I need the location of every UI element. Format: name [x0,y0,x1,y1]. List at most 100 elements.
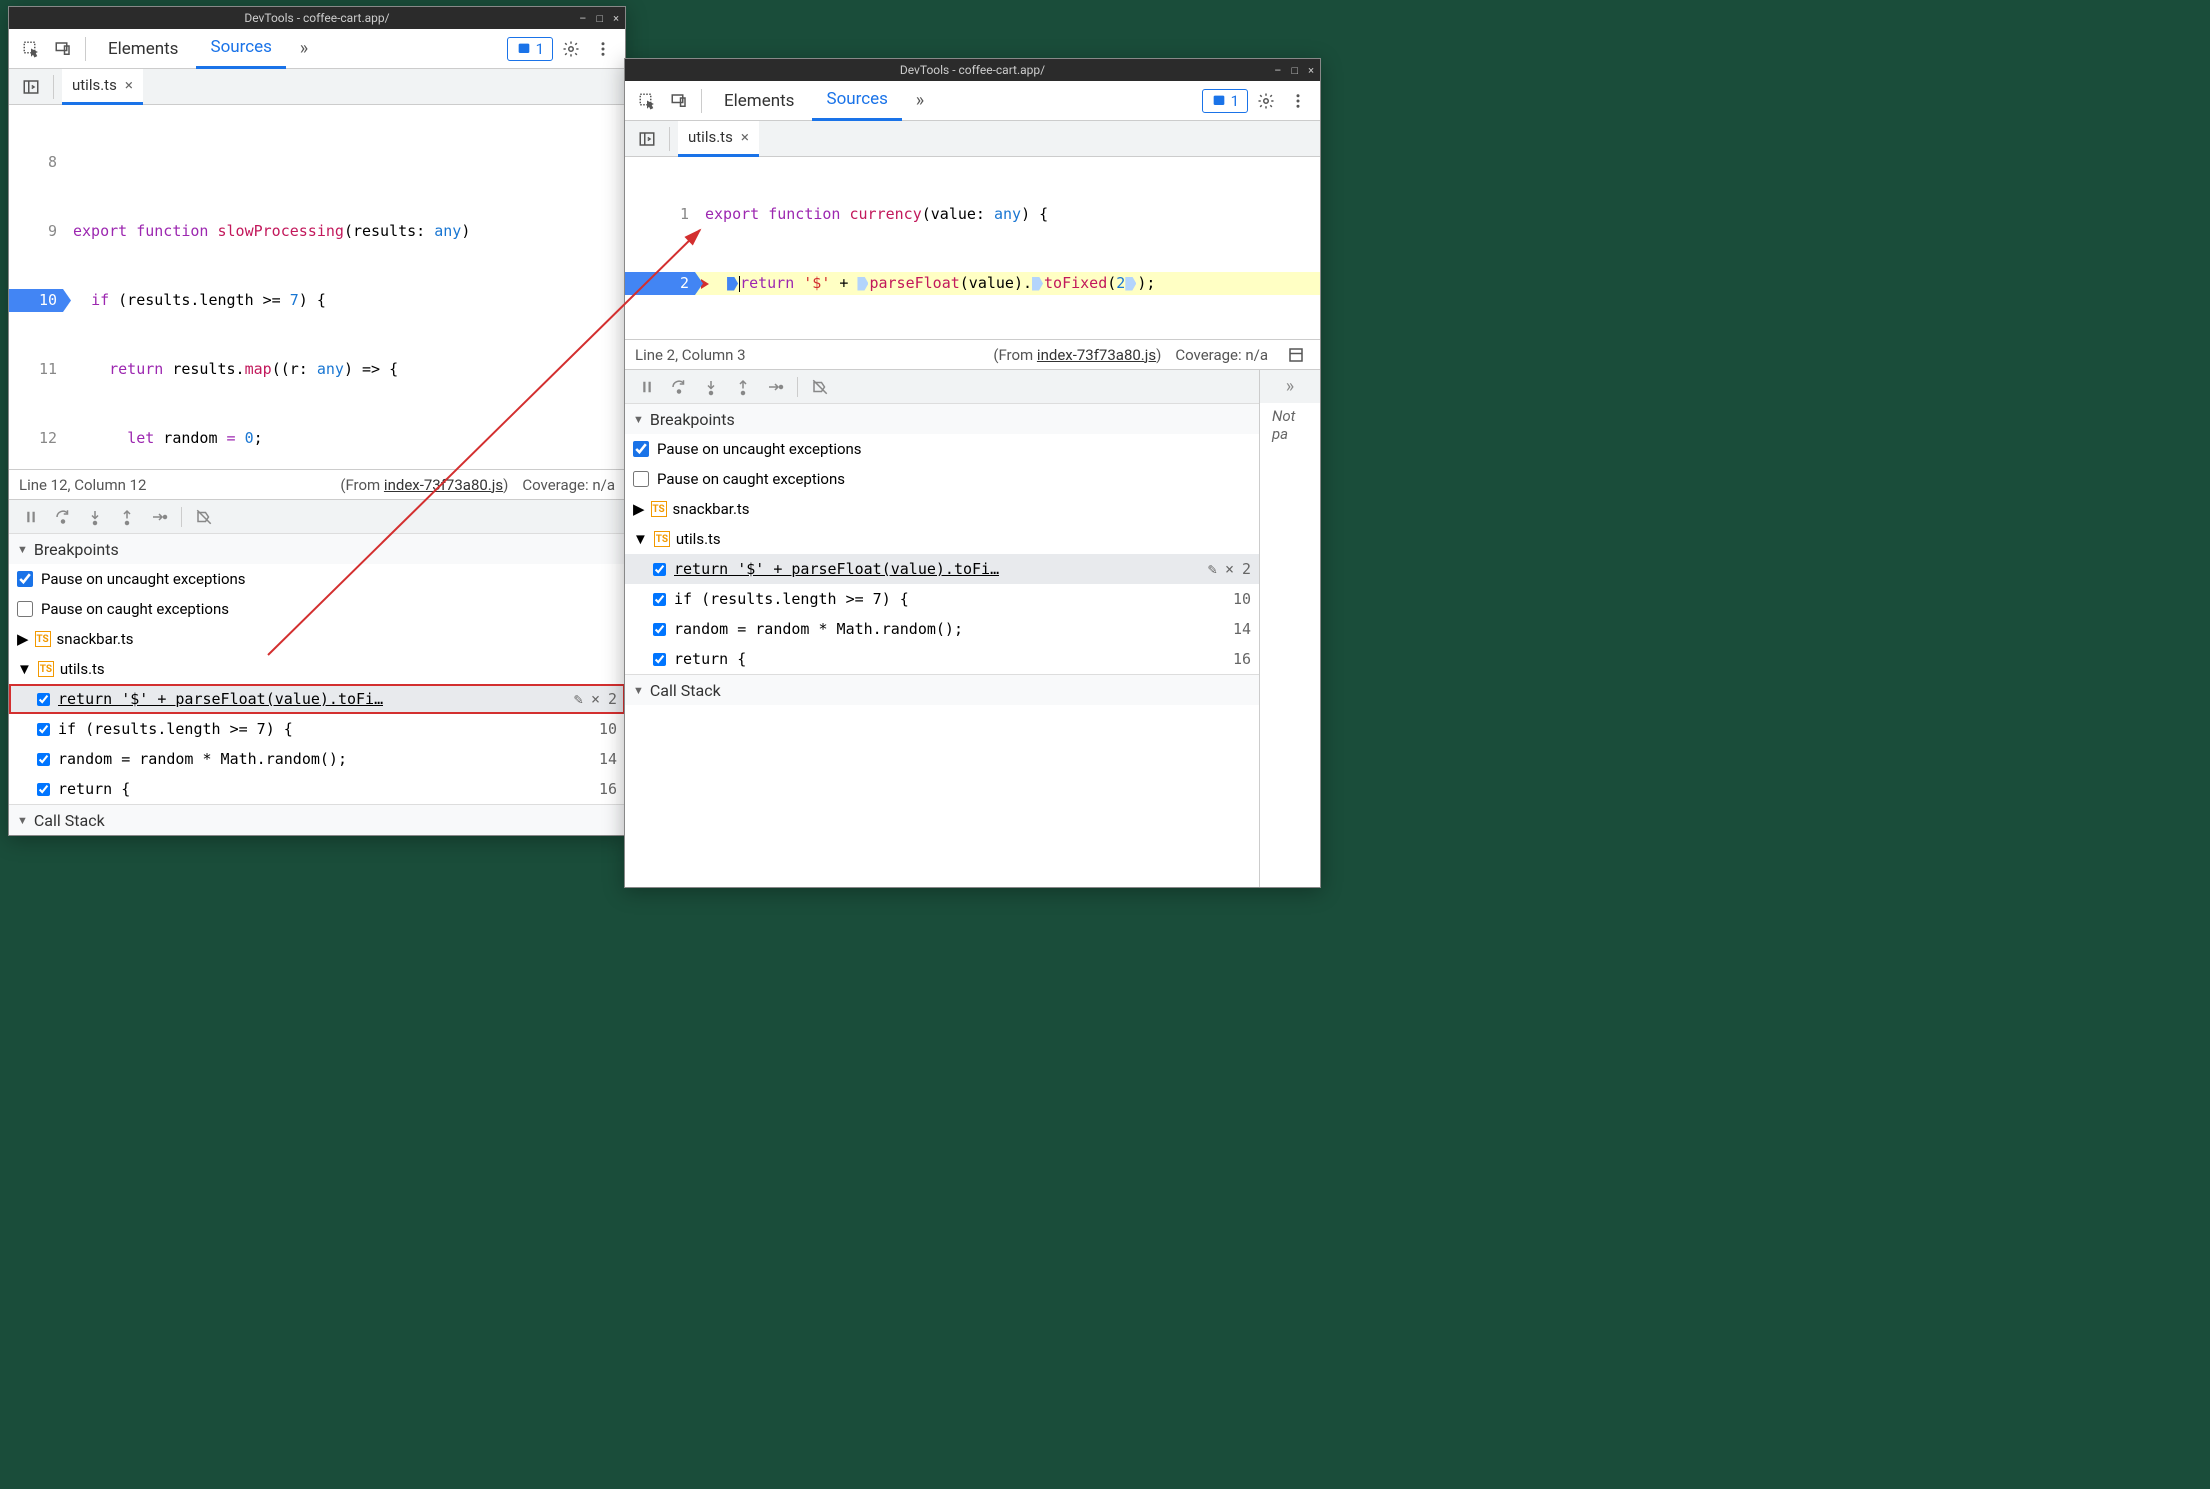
line-number[interactable]: 11 [9,358,63,381]
remove-icon[interactable]: × [1225,560,1234,578]
step-icon[interactable] [761,373,789,401]
pause-caught-checkbox[interactable] [633,471,649,487]
breakpoint-file-snackbar[interactable]: ▶ TS snackbar.ts [625,494,1259,524]
breakpoints-header[interactable]: ▼ Breakpoints [625,404,1259,434]
source-link[interactable]: index-73f73a80.js [1037,346,1156,364]
inspect-icon[interactable] [17,35,45,63]
tab-elements[interactable]: Elements [94,29,192,69]
breakpoint-file-snackbar[interactable]: ▶ TS snackbar.ts [9,624,625,654]
pause-uncaught-row[interactable]: Pause on uncaught exceptions [625,434,1259,464]
pause-caught-checkbox[interactable] [17,601,33,617]
line-number[interactable]: 8 [9,151,63,174]
breakpoint-label: return { [674,650,746,668]
step-icon[interactable] [145,503,173,531]
tab-sources[interactable]: Sources [812,81,901,121]
device-icon[interactable] [49,35,77,63]
breakpoint-entry[interactable]: return { 16 [625,644,1259,674]
breakpoint-checkbox[interactable] [37,753,50,766]
breakpoint-checkbox[interactable] [37,783,50,796]
callstack-header[interactable]: ▼ Call Stack [625,675,1259,705]
gear-icon[interactable] [1252,87,1280,115]
file-tabs: utils.ts × [625,121,1320,157]
pause-uncaught-checkbox[interactable] [17,571,33,587]
show-coverage-icon[interactable] [1282,341,1310,369]
remove-icon[interactable]: × [591,690,600,708]
step-out-icon[interactable] [729,373,757,401]
pause-uncaught-checkbox[interactable] [633,441,649,457]
breakpoint-entry[interactable]: random = random * Math.random(); 14 [625,614,1259,644]
edit-icon[interactable]: ✎ [574,690,583,708]
inspect-icon[interactable] [633,87,661,115]
edit-icon[interactable]: ✎ [1208,560,1217,578]
breakpoints-header[interactable]: ▼ Breakpoints [9,534,625,564]
filetab-utils[interactable]: utils.ts × [62,69,143,105]
line-number-bp[interactable]: 10 [9,289,63,312]
step-into-icon[interactable] [697,373,725,401]
close-icon[interactable]: × [125,76,133,94]
issues-button[interactable]: 1 [507,37,553,61]
breakpoint-checkbox[interactable] [37,693,50,706]
breakpoint-checkbox[interactable] [653,563,666,576]
kebab-icon[interactable] [1284,87,1312,115]
breakpoint-entry[interactable]: return '$' + parseFloat(value).toFi… ✎×2 [9,684,625,714]
issues-button[interactable]: 1 [1202,89,1248,113]
toggle-navigator-icon[interactable] [633,125,661,153]
line-number[interactable]: 9 [9,220,63,243]
inline-breakpoint-icon[interactable] [727,277,738,291]
breakpoint-checkbox[interactable] [653,653,666,666]
device-icon[interactable] [665,87,693,115]
inline-breakpoint-icon[interactable] [857,277,868,291]
minimize-button[interactable]: – [1274,64,1281,77]
step-over-icon[interactable] [49,503,77,531]
line-number-bp[interactable]: 2 [625,272,695,295]
gear-icon[interactable] [557,35,585,63]
toggle-navigator-icon[interactable] [17,73,45,101]
breakpoint-checkbox[interactable] [653,623,666,636]
minimize-button[interactable]: – [579,12,586,25]
line-number[interactable]: 12 [9,427,63,450]
kebab-icon[interactable] [589,35,617,63]
pause-caught-row[interactable]: Pause on caught exceptions [9,594,625,624]
more-tabs-icon[interactable]: » [290,35,318,63]
pause-icon[interactable] [633,373,661,401]
inline-breakpoint-icon[interactable] [1125,277,1136,291]
maximize-button[interactable]: □ [1291,64,1298,77]
breakpoint-line: 14 [1233,620,1251,638]
breakpoint-entry[interactable]: return { 16 [9,774,625,804]
code-editor[interactable]: 8 9export function slowProcessing(result… [9,105,625,469]
pause-icon[interactable] [17,503,45,531]
inline-breakpoint-icon[interactable] [1032,277,1043,291]
step-out-icon[interactable] [113,503,141,531]
filetab-utils[interactable]: utils.ts × [678,121,759,157]
tab-sources[interactable]: Sources [196,29,285,69]
breakpoint-line: 14 [599,750,617,768]
step-over-icon[interactable] [665,373,693,401]
source-link[interactable]: index-73f73a80.js [384,476,503,494]
breakpoint-entry[interactable]: random = random * Math.random(); 14 [9,744,625,774]
breakpoint-file-utils[interactable]: ▼ TS utils.ts [625,524,1259,554]
breakpoint-line: 16 [1233,650,1251,668]
breakpoint-file-utils[interactable]: ▼ TS utils.ts [9,654,625,684]
breakpoint-entry[interactable]: if (results.length >= 7) { 10 [9,714,625,744]
close-button[interactable]: × [1308,64,1314,77]
deactivate-breakpoints-icon[interactable] [190,503,218,531]
deactivate-breakpoints-icon[interactable] [806,373,834,401]
more-icon[interactable]: » [1276,373,1304,401]
pause-uncaught-row[interactable]: Pause on uncaught exceptions [9,564,625,594]
callstack-header[interactable]: ▼ Call Stack [9,805,625,835]
breakpoint-entry[interactable]: if (results.length >= 7) { 10 [625,584,1259,614]
pause-caught-row[interactable]: Pause on caught exceptions [625,464,1259,494]
line-number[interactable]: 1 [625,203,695,226]
step-into-icon[interactable] [81,503,109,531]
more-tabs-icon[interactable]: » [906,87,934,115]
breakpoint-checkbox[interactable] [653,593,666,606]
code-editor[interactable]: 1export function currency(value: any) { … [625,157,1320,339]
close-icon[interactable]: × [741,128,749,146]
maximize-button[interactable]: □ [596,12,603,25]
filetab-label: utils.ts [72,76,117,94]
breakpoint-checkbox[interactable] [37,723,50,736]
tab-elements[interactable]: Elements [710,81,808,121]
breakpoint-entry[interactable]: return '$' + parseFloat(value).toFi… ✎×2 [625,554,1259,584]
close-button[interactable]: × [613,12,619,25]
devtools-window-right: DevTools - coffee-cart.app/ – □ × Elemen… [624,58,1321,888]
